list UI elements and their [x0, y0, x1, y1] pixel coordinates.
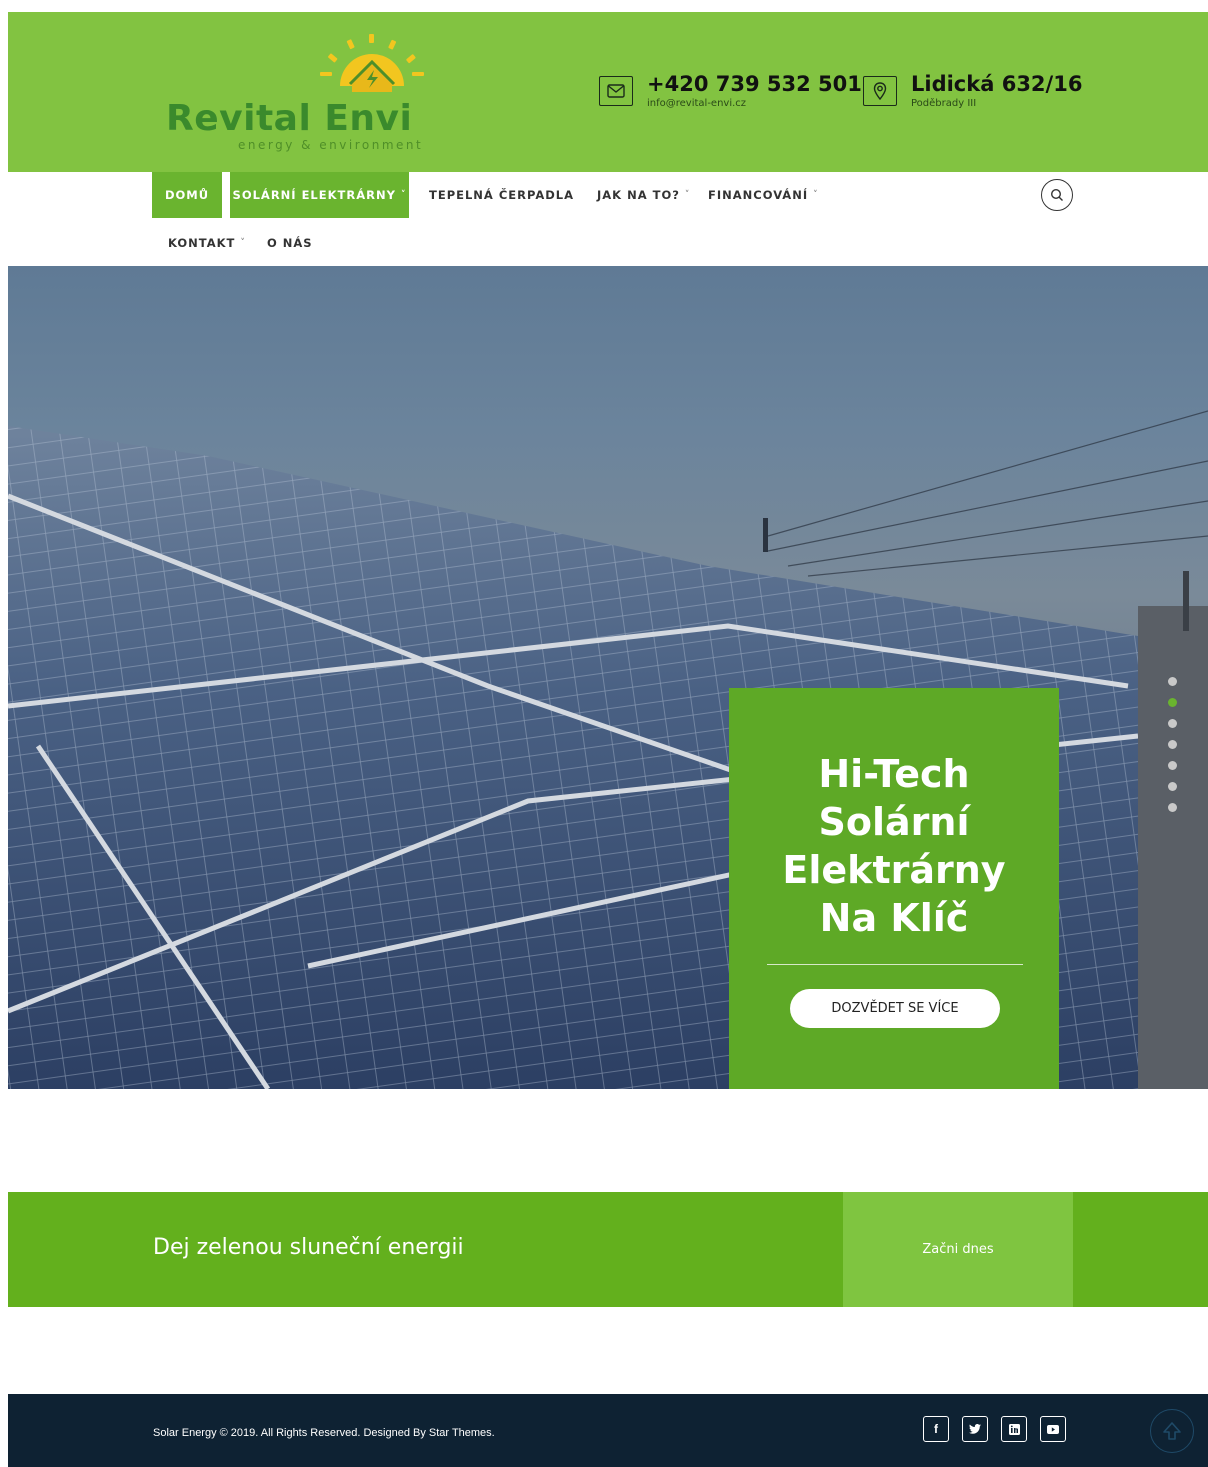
hero-panel: Hi-Tech Solární Elektrárny Na Klíč DOZVĚ… — [729, 688, 1059, 1089]
scroll-to-top-button[interactable] — [1150, 1409, 1194, 1453]
nav-item-solarni-elektrarny[interactable]: SOLÁRNÍ ELEKTRÁRNY ˅ — [230, 172, 409, 218]
nav-label: KONTAKT — [168, 236, 236, 250]
linkedin-icon[interactable] — [1001, 1416, 1027, 1442]
nav-item-domu[interactable]: DOMŮ — [152, 172, 222, 218]
start-today-button[interactable]: Začni dnes — [843, 1192, 1073, 1307]
nav-item-financovani[interactable]: FINANCOVÁNÍ ˅ — [708, 172, 819, 218]
chevron-down-icon: ˅ — [813, 190, 819, 200]
cta-text: Dej zelenou sluneční energii — [153, 1235, 464, 1260]
location-pin-icon — [863, 76, 897, 106]
chevron-down-icon: ˅ — [684, 190, 691, 200]
chevron-down-icon: ˅ — [400, 190, 407, 200]
footer: Solar Energy © 2019. All Rights Reserved… — [8, 1394, 1208, 1467]
hero-title: Hi-Tech Solární Elektrárny Na Klíč — [782, 752, 1006, 940]
divider — [767, 964, 1023, 965]
slider-dot[interactable] — [1168, 761, 1177, 770]
slider-dot[interactable] — [1168, 803, 1177, 812]
cta-banner: Dej zelenou sluneční energii Začni dnes — [8, 1192, 1208, 1307]
slider-dot[interactable] — [1168, 782, 1177, 791]
address-city: Poděbrady III — [911, 98, 977, 109]
top-header: Revital Envi energy & environment +420 7… — [8, 12, 1208, 172]
nav-item-o-nas[interactable]: O NÁS — [267, 220, 313, 266]
phone-number[interactable]: +420 739 532 501 — [647, 72, 862, 96]
address-street: Lidická 632/16 — [911, 72, 1083, 96]
nav-label: FINANCOVÁNÍ — [708, 188, 809, 202]
sun-house-icon — [320, 34, 424, 92]
slider-dot-active[interactable] — [1168, 698, 1177, 707]
logo[interactable]: Revital Envi energy & environment — [166, 34, 436, 154]
slider-dot[interactable] — [1168, 719, 1177, 728]
logo-tagline: energy & environment — [238, 138, 424, 152]
nav-label: DOMŮ — [164, 188, 210, 202]
arrow-up-icon — [1163, 1422, 1181, 1440]
hero-slider: Hi-Tech Solární Elektrárny Na Klíč DOZVĚ… — [8, 266, 1208, 1089]
nav-label: O NÁS — [267, 236, 313, 250]
envelope-icon — [599, 76, 633, 106]
nav-label: TEPELNÁ ČERPADLA — [429, 188, 575, 202]
nav-label: JAK NA TO? — [597, 188, 680, 202]
slider-dot[interactable] — [1168, 740, 1177, 749]
email-address[interactable]: info@revital-envi.cz — [647, 98, 746, 109]
logo-name: Revital Envi — [166, 98, 413, 139]
nav-item-tepelna-cerpadla[interactable]: TEPELNÁ ČERPADLA — [429, 172, 574, 218]
nav-label: SOLÁRNÍ ELEKTRÁRNY — [232, 188, 396, 202]
search-icon — [1050, 188, 1063, 201]
page: Revital Envi energy & environment +420 7… — [0, 0, 1208, 1467]
copyright-text: Solar Energy © 2019. All Rights Reserved… — [153, 1427, 495, 1439]
learn-more-button[interactable]: DOZVĚDET SE VÍCE — [790, 989, 1000, 1028]
youtube-icon[interactable] — [1040, 1416, 1066, 1442]
nav-item-jak-na-to[interactable]: JAK NA TO? ˅ — [597, 172, 690, 218]
twitter-icon[interactable] — [962, 1416, 988, 1442]
facebook-icon[interactable]: f — [923, 1416, 949, 1442]
main-nav: DOMŮ SOLÁRNÍ ELEKTRÁRNY ˅ TEPELNÁ ČERPAD… — [8, 172, 1208, 266]
search-button[interactable] — [1041, 179, 1073, 211]
slider-dot[interactable] — [1168, 677, 1177, 686]
slider-pagination — [1168, 677, 1178, 824]
nav-item-kontakt[interactable]: KONTAKT ˅ — [168, 220, 246, 266]
chevron-down-icon: ˅ — [240, 238, 246, 248]
